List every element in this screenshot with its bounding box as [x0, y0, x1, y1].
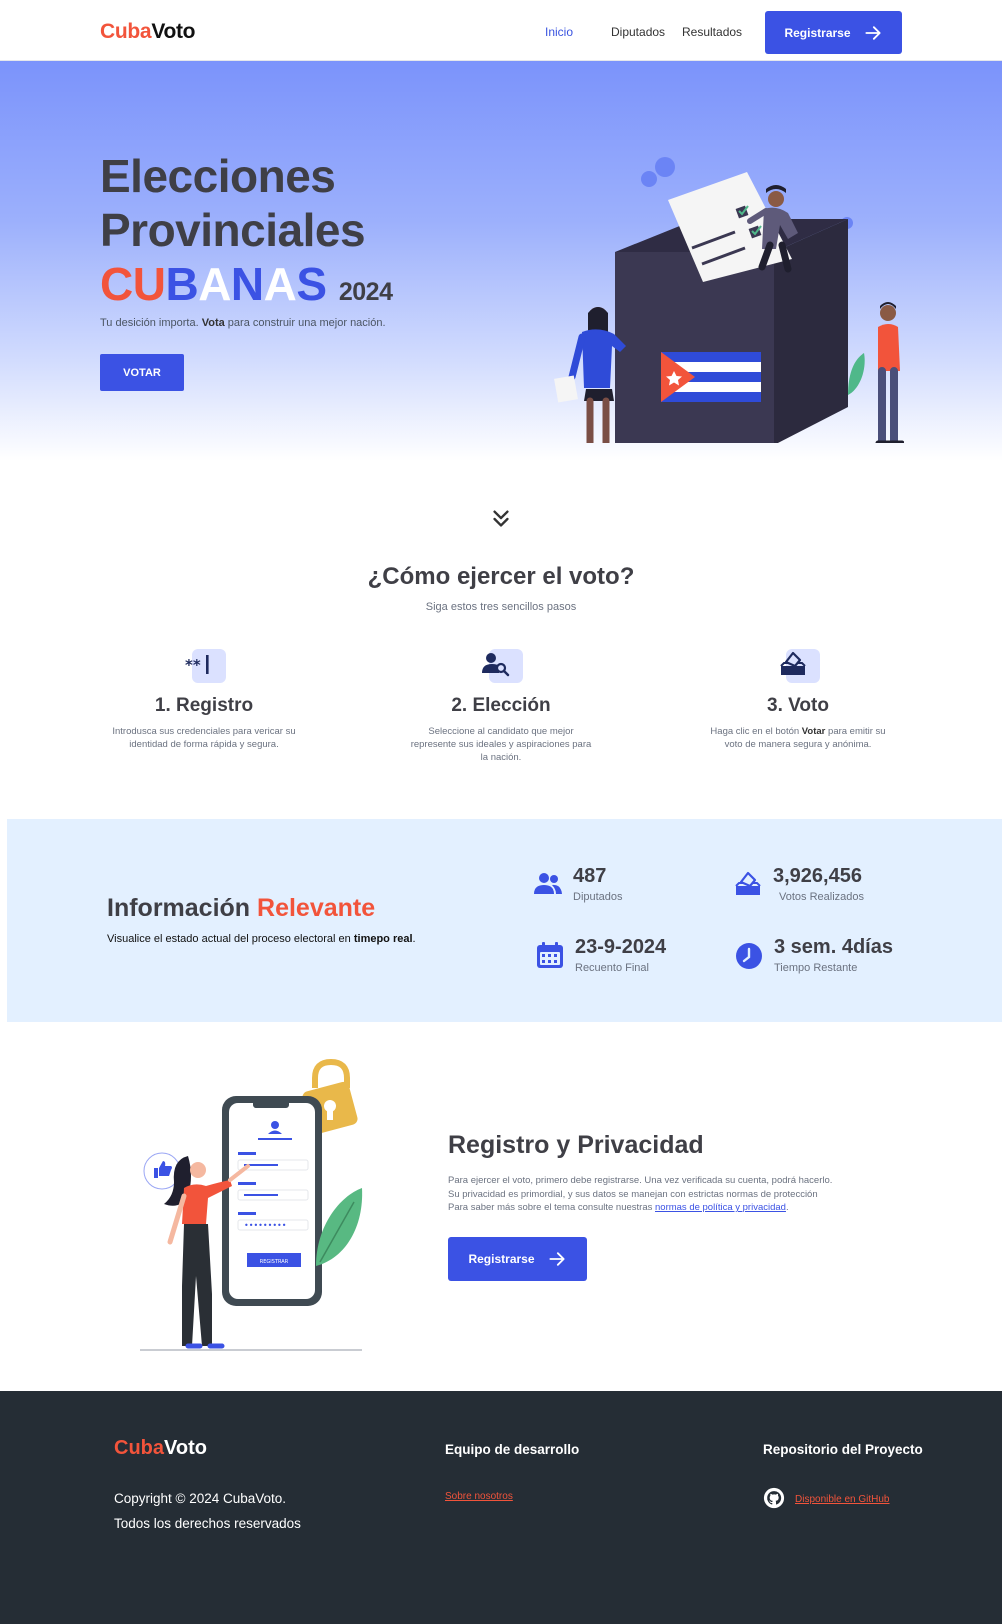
- logo[interactable]: CubaVoto: [100, 20, 196, 44]
- hero-title-line2: Provinciales: [100, 204, 366, 256]
- footer-team-heading: Equipo de desarrollo: [445, 1442, 580, 1457]
- navbar: CubaVoto Inicio Diputados Resultados Reg…: [0, 0, 1002, 61]
- hero-subtitle: Tu desición importa. Vota para construir…: [100, 317, 386, 329]
- phone-register-text: REGISTRAR: [260, 1259, 289, 1265]
- hero-sub-a: Tu desición importa.: [100, 317, 202, 329]
- footer-repo-heading: Repositorio del Proyecto: [763, 1442, 923, 1457]
- stat-label: Recuento Final: [575, 962, 649, 974]
- nav-link-resultados[interactable]: Resultados: [682, 25, 742, 39]
- footer-copy-line1: Copyright © 2024 CubaVoto.: [114, 1491, 287, 1506]
- phone-registration-illustration: ••••••••• REGISTRAR: [140, 1058, 363, 1351]
- hero-section: Elecciones Provinciales CUBANAS 2024 Tu …: [0, 61, 1002, 461]
- step-title: 1. Registro: [154, 695, 254, 716]
- github-icon[interactable]: [763, 1487, 785, 1509]
- stat-label: Tiempo Restante: [774, 962, 858, 974]
- stat-value: 3 sem. 4días: [774, 936, 893, 958]
- ballot-box-icon: [735, 871, 761, 895]
- github-link[interactable]: Disponible en GitHub: [795, 1494, 890, 1505]
- ballot-box-icon: [780, 651, 806, 675]
- steps-title: ¿Cómo ejercer el voto?: [367, 563, 635, 590]
- nav-register-label: Registrarse: [784, 25, 851, 40]
- step3-text-b: Votar: [801, 726, 826, 737]
- stat-label: Votos Realizados: [779, 891, 864, 903]
- info-subtitle: Visualice el estado actual del proceso e…: [107, 933, 416, 945]
- stat-value: 23-9-2024: [575, 936, 667, 958]
- hero-title-line3: CUBANAS 2024: [100, 257, 393, 319]
- info-sub-b: timepo real: [353, 933, 413, 945]
- cubanas-n: N: [230, 258, 264, 310]
- registro-line3: Para saber más sobre el tema consulte nu…: [448, 1201, 878, 1215]
- registro-line2: Su privacidad es primordial, y sus datos…: [448, 1188, 818, 1200]
- steps-subtitle: Siga estos tres sencillos pasos: [425, 601, 577, 613]
- step3-text-a: Haga clic en el botón: [710, 726, 802, 737]
- footer-logo-voto: Voto: [164, 1437, 207, 1459]
- info-sub-a: Visualice el estado actual del proceso e…: [107, 933, 354, 945]
- footer-logo[interactable]: CubaVoto: [114, 1437, 207, 1460]
- arrow-right-icon: [548, 1252, 565, 1266]
- password-icon: **: [185, 655, 209, 674]
- nav-link-diputados[interactable]: Diputados: [611, 25, 665, 39]
- stat-label: Diputados: [573, 891, 623, 903]
- cubanas-b: B: [165, 258, 199, 310]
- user-search-icon: [482, 653, 510, 677]
- users-icon: [534, 873, 562, 894]
- nav-link-inicio[interactable]: Inicio: [545, 25, 573, 39]
- step-voto: 3. Voto Haga clic en el botón Votar para…: [698, 649, 898, 751]
- svg-text:•••••••••: •••••••••: [244, 1221, 286, 1230]
- registro-line1: Para ejercer el voto, primero debe regis…: [448, 1175, 833, 1186]
- hero-sub-b: Vota: [201, 317, 225, 329]
- info-title-a: Información: [107, 894, 258, 922]
- info-sub-c: .: [412, 933, 416, 945]
- privacy-policy-link[interactable]: normas de política y privacidad: [655, 1202, 786, 1213]
- info-title: Información Relevante: [107, 894, 375, 923]
- step-text: Haga clic en el botón Votar para emitir …: [706, 725, 891, 751]
- cubanas-a1: A: [198, 258, 231, 310]
- footer-copy-line2: Todos los derechos reservados: [114, 1516, 301, 1531]
- registro-line3-end: .: [785, 1202, 789, 1213]
- registro-text: Para ejercer el voto, primero debe regis…: [448, 1174, 878, 1215]
- cubanas-a2: A: [263, 258, 297, 310]
- double-chevron-down-icon[interactable]: [490, 508, 512, 530]
- votar-button[interactable]: VOTAR: [100, 354, 184, 391]
- step-icon-wrap: [479, 649, 523, 685]
- arrow-right-icon: [864, 25, 881, 40]
- registro-line3-text: Para saber más sobre el tema consulte nu…: [448, 1202, 655, 1213]
- footer-copyright: Copyright © 2024 CubaVoto. Todos los der…: [114, 1486, 301, 1536]
- footer: CubaVoto Copyright © 2024 CubaVoto. Todo…: [0, 1391, 1002, 1624]
- step-icon-wrap: **: [182, 649, 226, 685]
- hero-title-line1: Elecciones: [100, 150, 336, 202]
- step-registro: ** 1. Registro Introdusca sus credencial…: [104, 649, 304, 751]
- logo-voto: Voto: [151, 20, 196, 43]
- registro-title: Registro y Privacidad: [448, 1131, 704, 1159]
- step-text: Seleccione al candidato que mejor repres…: [410, 726, 592, 763]
- footer-logo-cuba: Cuba: [114, 1437, 164, 1459]
- about-us-link[interactable]: Sobre nosotros: [445, 1491, 513, 1502]
- step-title: 2. Elección: [451, 695, 551, 716]
- ballot-box-illustration: [554, 157, 904, 443]
- logo-cuba: Cuba: [100, 20, 152, 43]
- nav-register-button[interactable]: Registrarse: [765, 11, 902, 54]
- step-eleccion: 2. Elección Seleccione al candidato que …: [401, 649, 601, 764]
- step-icon-wrap: [776, 649, 820, 685]
- hero-year: 2024: [338, 278, 393, 306]
- hero-title: Elecciones Provinciales CUBANAS 2024: [100, 149, 393, 319]
- hero-sub-c: para construir una mejor nación.: [224, 317, 386, 329]
- registro-register-label: Registrarse: [468, 1252, 535, 1266]
- calendar-icon: [537, 942, 563, 968]
- stat-value: 487: [573, 865, 607, 887]
- step-title: 3. Voto: [767, 695, 829, 716]
- info-title-b: Relevante: [257, 894, 376, 922]
- svg-text:**: **: [185, 656, 201, 674]
- clock-icon: [736, 943, 762, 969]
- step-text: Introdusca sus credenciales para vericar…: [112, 726, 296, 750]
- cubanas-cu: CU: [100, 258, 166, 310]
- cubanas-s: S: [296, 258, 327, 310]
- info-section: Información Relevante Visualice el estad…: [7, 819, 1002, 1022]
- stat-value: 3,926,456: [773, 865, 862, 887]
- registro-register-button[interactable]: Registrarse: [448, 1237, 587, 1281]
